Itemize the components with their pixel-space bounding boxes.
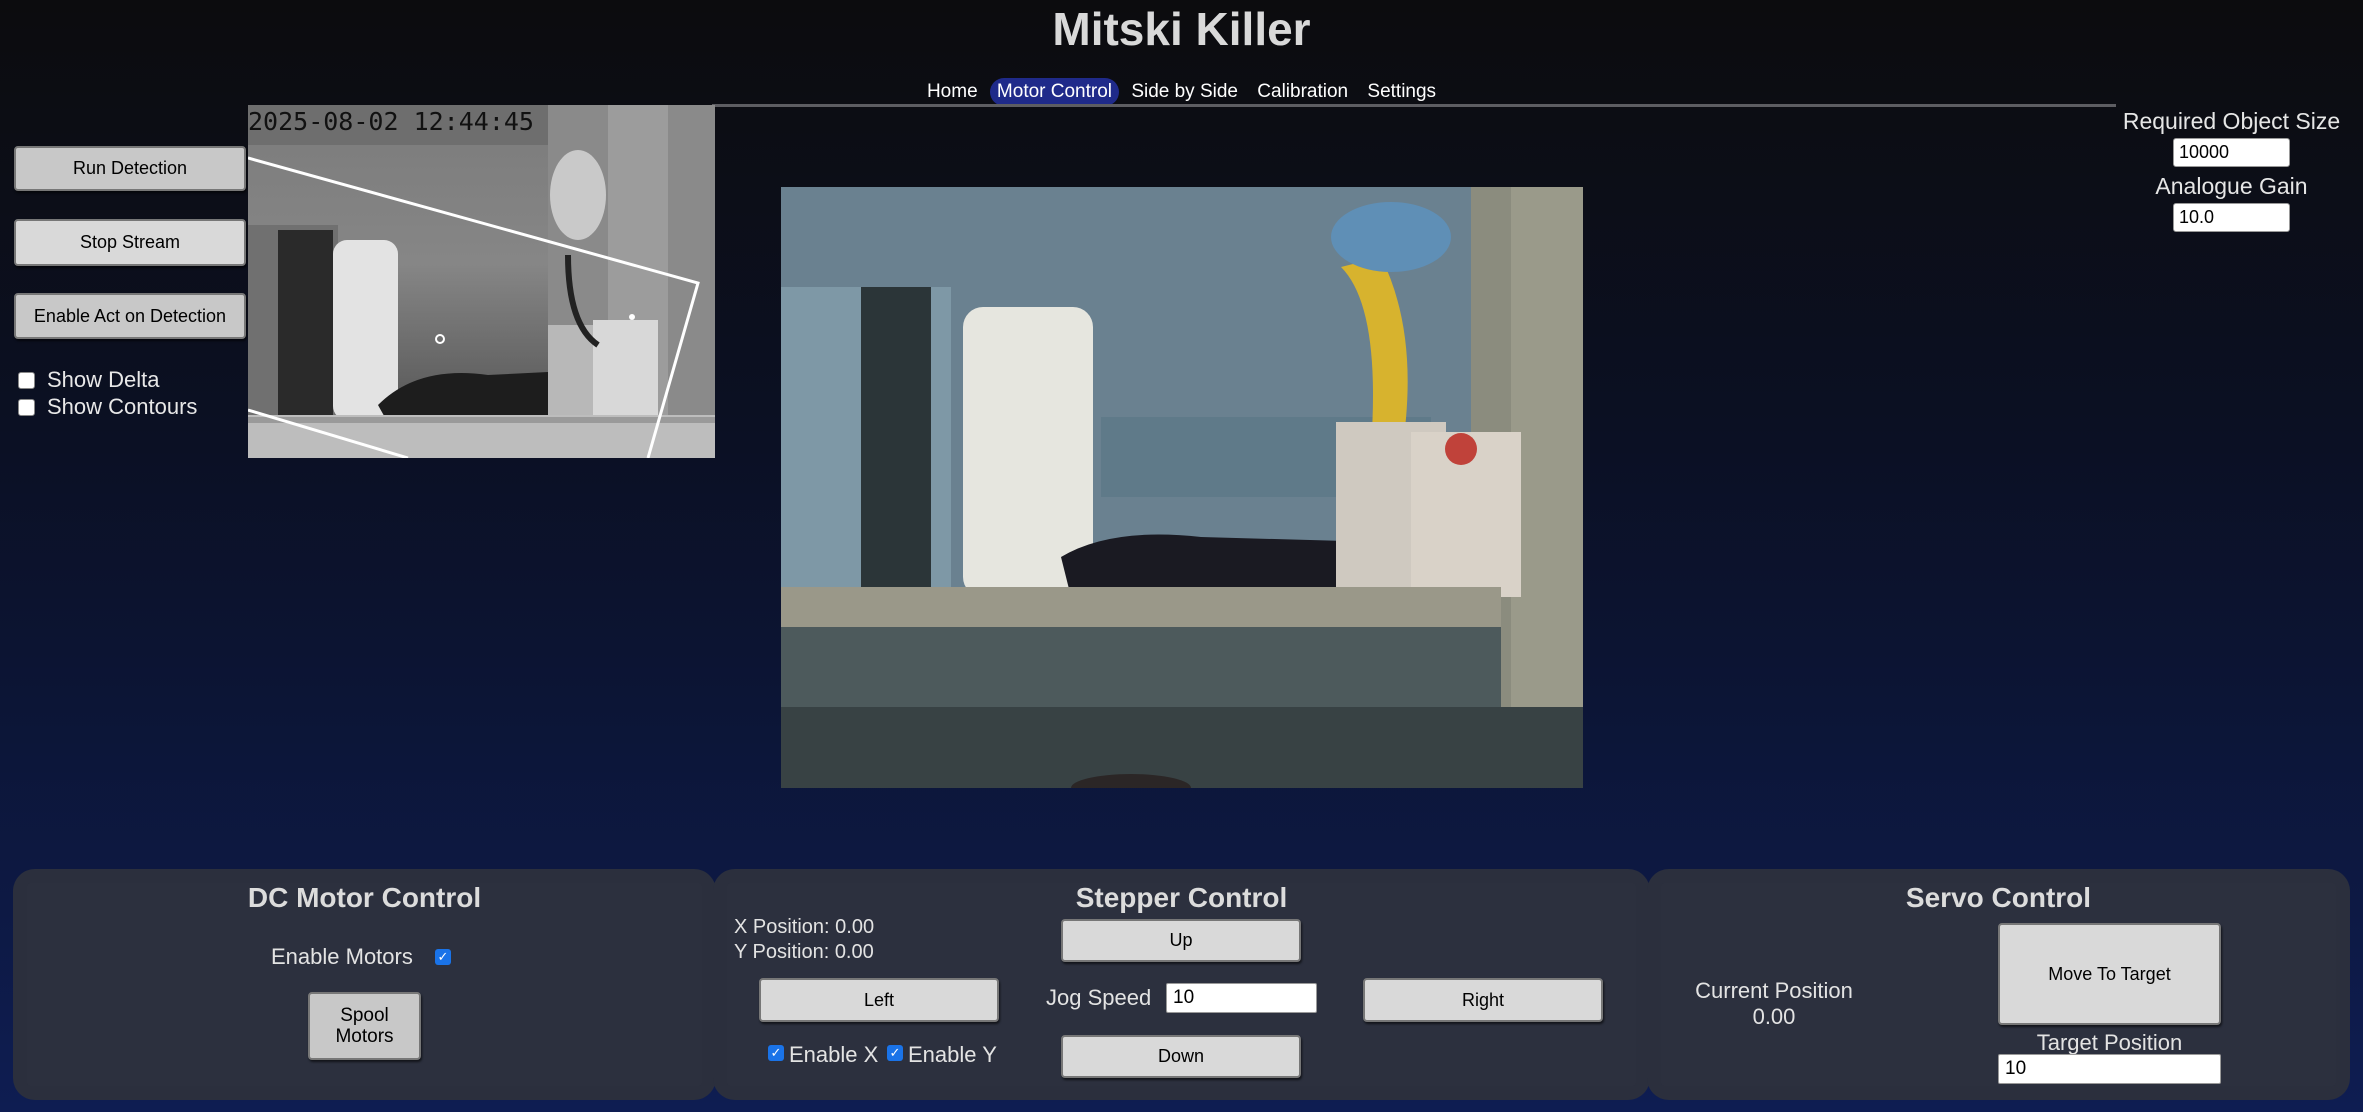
show-contours-checkbox[interactable] [18, 398, 35, 416]
show-contours-label: Show Contours [47, 394, 198, 419]
x-position-readout: X Position: 0.00 [734, 916, 874, 939]
required-object-size-label: Required Object Size [2122, 108, 2341, 134]
stepper-left-button[interactable]: Left [759, 978, 999, 1022]
camera-timestamp: 2025-08-02 12:44:45 [248, 107, 534, 136]
stepper-title: Stepper Control [1075, 882, 1288, 913]
stepper-down-button[interactable]: Down [1061, 1035, 1301, 1078]
analogue-gain-input[interactable] [2173, 203, 2290, 232]
jog-speed-input[interactable]: 10 [1166, 983, 1317, 1013]
stepper-up-button[interactable]: Up [1061, 919, 1301, 962]
detection-settings: Required Object Size Analogue Gain [2100, 108, 2363, 238]
current-position-value: 0.00 [1752, 1004, 1796, 1029]
target-position-input[interactable]: 10 [1998, 1054, 2221, 1084]
page-title: Mitski Killer [1052, 3, 1311, 55]
y-position-label: Y Position: [734, 941, 830, 963]
enable-y-label: Enable Y [908, 1042, 997, 1067]
main-camera-preview [781, 187, 1583, 788]
spool-line-2: Motors [335, 1026, 394, 1047]
stop-stream-button[interactable]: Stop Stream [14, 219, 246, 266]
servo-title: Servo Control [1905, 882, 2092, 913]
stepper-right-button[interactable]: Right [1363, 978, 1603, 1022]
run-detection-button[interactable]: Run Detection [14, 146, 246, 191]
show-delta-checkbox[interactable] [18, 371, 35, 389]
x-position-value: 0.00 [835, 916, 875, 938]
enable-act-on-detection-button[interactable]: Enable Act on Detection [14, 293, 246, 339]
nav-side-by-side[interactable]: Side by Side [1124, 78, 1245, 106]
enable-y-checkbox[interactable]: ✓ [887, 1045, 903, 1061]
nav-home[interactable]: Home [920, 78, 985, 106]
show-contours-option[interactable]: Show Contours [18, 394, 197, 420]
spool-line-1: Spool [340, 1005, 389, 1026]
enable-motors-label: Enable Motors [271, 944, 413, 969]
nav-calibration[interactable]: Calibration [1250, 78, 1355, 106]
analogue-gain-label: Analogue Gain [2155, 173, 2308, 199]
x-position-label: X Position: [734, 916, 830, 938]
y-position-readout: Y Position: 0.00 [734, 941, 874, 964]
preview-scene [781, 187, 1583, 788]
detection-scene [248, 105, 715, 458]
spool-motors-button[interactable]: Spool Motors [308, 992, 421, 1060]
enable-x-label: Enable X [789, 1042, 879, 1067]
nav-divider [712, 104, 2116, 107]
enable-x-checkbox[interactable]: ✓ [768, 1045, 784, 1061]
dc-motor-title: DC Motor Control [247, 882, 482, 913]
y-position-value: 0.00 [834, 941, 874, 963]
current-position-label: Current Position [1695, 978, 1853, 1003]
required-object-size-input[interactable] [2173, 138, 2290, 167]
stepper-panel: Stepper Control X Position: 0.00 Y Posit… [713, 869, 1650, 1100]
nav-settings[interactable]: Settings [1360, 78, 1443, 106]
servo-panel: Servo Control Current Position 0.00 Move… [1647, 869, 2350, 1100]
show-delta-option[interactable]: Show Delta [18, 367, 160, 393]
enable-motors-checkbox[interactable]: ✓ [435, 949, 451, 965]
target-position-label: Target Position [2036, 1030, 2183, 1055]
nav-motor-control[interactable]: Motor Control [989, 78, 1120, 106]
dc-motor-panel: DC Motor Control Enable Motors ✓ Spool M… [13, 869, 716, 1100]
main-nav: Home Motor Control Side by Side Calibrat… [0, 78, 2363, 106]
show-delta-label: Show Delta [47, 367, 160, 392]
move-to-target-button[interactable]: Move To Target [1998, 923, 2221, 1025]
detection-camera-feed: 2025-08-02 12:44:45 [248, 105, 715, 458]
jog-speed-label: Jog Speed [1046, 985, 1152, 1010]
